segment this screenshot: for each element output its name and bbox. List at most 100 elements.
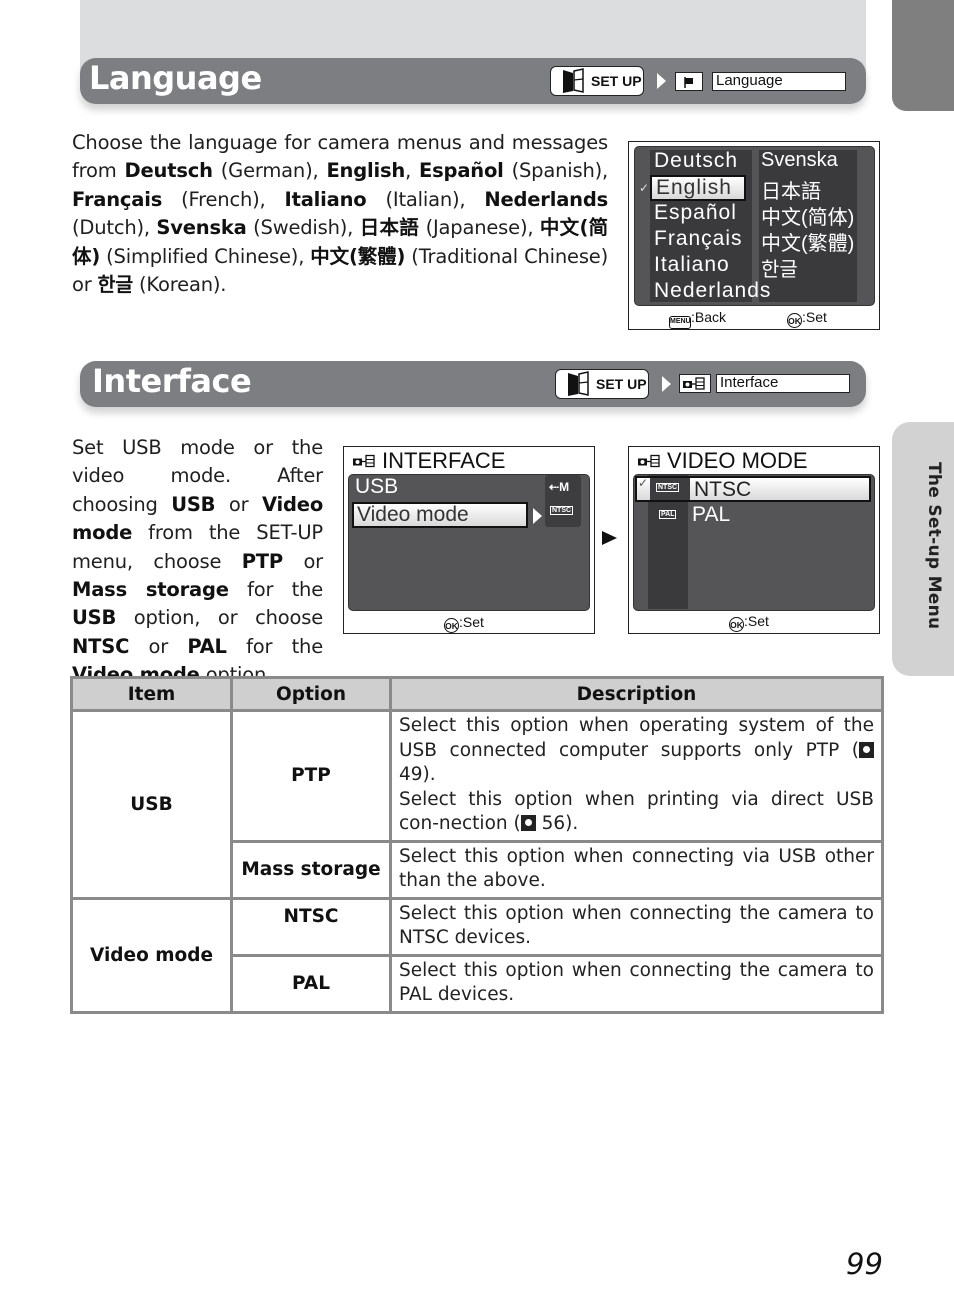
table-row: Video mode NTSC Select this option when … (70, 896, 884, 1014)
back-hint: MENU:Back (669, 309, 726, 329)
interface-description: Set USB mode or the video mode. After ch… (72, 434, 323, 690)
language-term: English (326, 159, 406, 183)
interface-text: or (215, 492, 262, 516)
interface-screen-header: INTERFACE (352, 448, 505, 474)
language-term: Italiano (284, 187, 367, 211)
language-option[interactable]: Nederlands (654, 279, 771, 303)
video-mode-value: NTSC (550, 506, 574, 515)
ok-button-icon: OK (787, 313, 802, 328)
table-header-row: Item Option Description (70, 676, 884, 712)
language-text: (Italian), (366, 187, 485, 211)
page-reference-icon (520, 815, 536, 831)
set-hint: OK:Set (787, 309, 827, 328)
language-text: (German), (212, 159, 327, 183)
language-description: Choose the language for camera menus and… (72, 129, 608, 299)
interface-text: or (283, 549, 323, 573)
screen-title: INTERFACE (382, 448, 506, 473)
side-tab-label: The Set-up Menu (924, 462, 944, 630)
interface-text: for the (228, 578, 323, 602)
ntsc-badge: NTSC (656, 483, 680, 492)
interface-screen: INTERFACE USB Video mode ⇠M NTSC OK:Set (343, 446, 595, 634)
interface-term: Mass storage (72, 578, 229, 602)
menu-button-icon: MENU (669, 316, 691, 329)
menu-item-video-mode[interactable]: Video mode (352, 502, 528, 528)
interface-term: PAL (187, 634, 227, 658)
language-option[interactable]: English (650, 175, 746, 201)
setup-door-icon (568, 371, 589, 396)
interface-term: PTP (241, 549, 283, 573)
interface-term: NTSC (72, 634, 130, 658)
interface-section-bar: Interface SET UP Interface (80, 361, 866, 407)
interface-text: for the (226, 634, 323, 658)
setup-label: SET UP (591, 73, 642, 89)
description-cell: Select this option when connecting the c… (389, 896, 884, 957)
checkmark-icon: ✓ (639, 181, 650, 195)
interface-term: USB (72, 606, 117, 630)
option-label: PAL (692, 503, 731, 526)
option-cell: Mass storage (230, 839, 392, 900)
setup-menu-badge: SET UP (555, 369, 649, 399)
header-description: Description (389, 676, 884, 712)
menu-item-usb[interactable]: USB (355, 475, 398, 499)
usb-mode-value: ⇠M (549, 480, 570, 494)
option-pal[interactable]: PAL PAL (635, 503, 871, 529)
pal-badge: PAL (659, 510, 677, 519)
interface-icon (353, 454, 375, 468)
language-text: (French), (162, 187, 285, 211)
option-cell: NTSC (230, 896, 392, 957)
language-option[interactable]: 한글 (761, 253, 798, 282)
checkmark-icon: ✓ (638, 476, 649, 490)
interface-icon (638, 454, 660, 468)
language-text: (Korean). (133, 273, 227, 297)
language-option[interactable]: Italiano (654, 253, 730, 277)
next-screen-arrow-icon (602, 531, 617, 545)
ok-button-icon: OK (444, 618, 459, 633)
interface-text: or (129, 634, 188, 658)
set-hint: OK:Set (444, 614, 484, 633)
language-section-bar: Language SET UP Language (80, 58, 866, 104)
breadcrumb-item: Interface (716, 374, 850, 393)
option-cell: PAL (230, 953, 392, 1014)
option-cell: PTP (230, 709, 392, 843)
interface-text: option, or choose (116, 606, 323, 630)
screen-title: VIDEO MODE (667, 448, 808, 473)
flag-icon (675, 72, 703, 91)
chapter-thumb-tab (892, 0, 954, 111)
item-cell: Video mode (70, 896, 233, 1014)
set-hint: OK:Set (729, 613, 769, 632)
submenu-arrow-icon (533, 508, 542, 524)
setup-menu-badge: SET UP (550, 66, 644, 96)
language-option[interactable]: Español (654, 201, 737, 225)
language-term: 中文(繁體) (310, 244, 406, 268)
page-reference-icon (859, 741, 874, 758)
language-title: Language (89, 59, 262, 97)
setup-label: SET UP (596, 376, 647, 392)
video-mode-panel: ✓ NTSC NTSC PAL PAL (633, 474, 875, 611)
interface-options-table: Item Option Description USB PTP Select t… (70, 676, 884, 1014)
interface-term: USB (171, 492, 216, 516)
ok-button-icon: OK (729, 617, 744, 632)
language-option[interactable]: Deutsch (654, 149, 738, 173)
language-term: 日本語 (359, 216, 420, 240)
description-cell: Select this option when connecting via U… (389, 839, 884, 900)
language-list-panel: Deutsch English ✓ Español Français Italiano Ne… (634, 146, 875, 306)
language-term: Svenska (156, 216, 247, 240)
video-mode-screen-header: VIDEO MODE (637, 448, 808, 474)
language-option[interactable]: Français (654, 227, 743, 251)
language-option[interactable]: Svenska (761, 149, 838, 172)
language-screen: Deutsch English ✓ Español Français Italiano Ne… (628, 141, 880, 330)
language-term: Français (72, 187, 163, 211)
language-term: Deutsch (124, 159, 213, 183)
language-option[interactable]: 中文(简体) (761, 201, 854, 230)
language-option[interactable]: 日本語 (761, 175, 821, 204)
language-option[interactable]: 中文(繁體) (761, 227, 854, 256)
option-ntsc[interactable]: ✓ NTSC NTSC (635, 476, 871, 502)
interface-menu-panel: USB Video mode ⇠M NTSC (348, 474, 590, 611)
language-term: Español (419, 159, 504, 183)
language-term: 한글 (97, 273, 134, 297)
setup-door-icon (563, 68, 584, 93)
breadcrumb-arrow-icon (657, 73, 666, 89)
page-number: 99 (846, 1247, 883, 1281)
description-cell: Select this option when operating system… (389, 709, 884, 843)
language-term: Nederlands (484, 187, 609, 211)
